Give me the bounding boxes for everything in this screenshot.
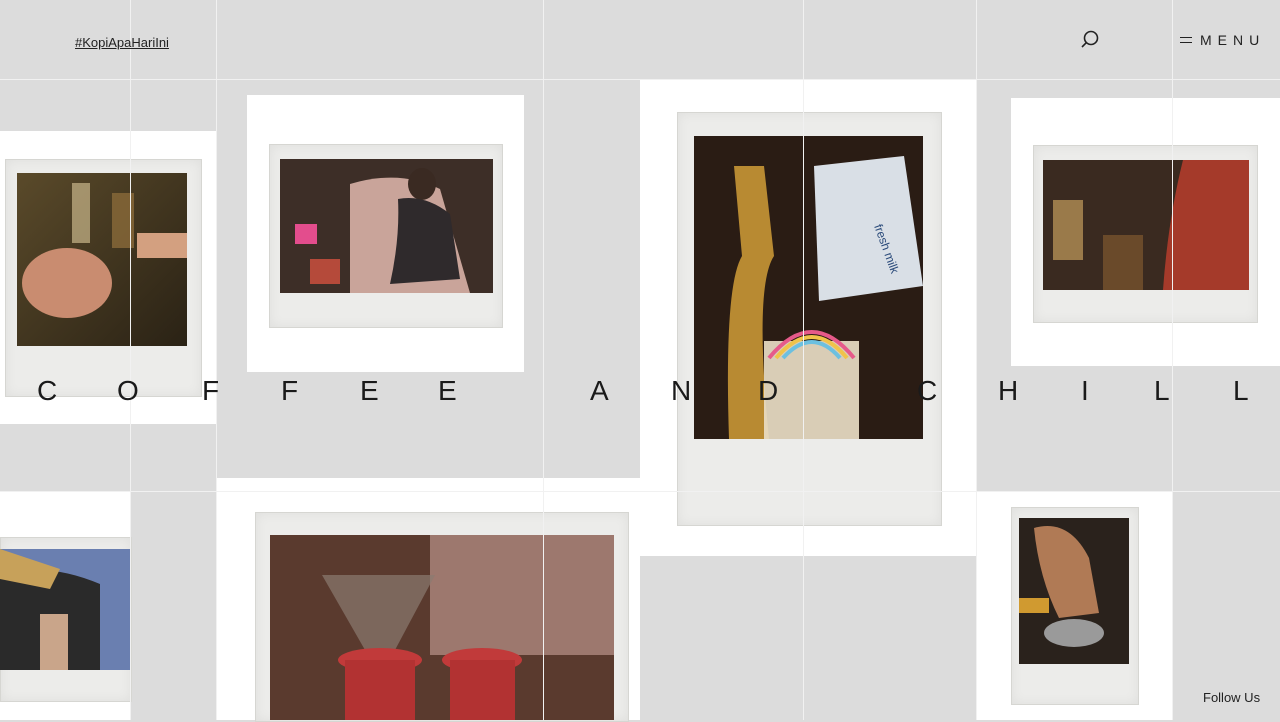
- photo-barista-pouring-kettle: [1043, 160, 1249, 290]
- headline-letter: C: [37, 375, 58, 406]
- search-button[interactable]: [1078, 28, 1102, 52]
- headline-letter: L: [1233, 375, 1249, 406]
- follow-us-link[interactable]: Follow Us: [1203, 690, 1260, 705]
- search-icon: [1081, 30, 1099, 48]
- photo-espresso-tamping: [1019, 518, 1129, 664]
- headline-coffee-and-chill: C O F F E E A N D C H I L L: [0, 375, 1280, 415]
- headline-letter: O: [117, 375, 139, 406]
- headline-letter: A: [590, 375, 609, 406]
- headline-letter: C: [917, 375, 938, 406]
- headline-letter: F: [202, 375, 220, 406]
- menu-button[interactable]: MENU: [1180, 30, 1265, 50]
- headline-letter: E: [438, 375, 457, 406]
- headline-letter: N: [671, 375, 692, 406]
- photo-shaker-pouring-drink: [0, 549, 130, 670]
- photo-barista-pouring-drink: [17, 173, 187, 346]
- photo-barista-brewing-pour-over: [280, 159, 493, 293]
- menu-label: MENU: [1200, 32, 1266, 48]
- hashtag-link[interactable]: #KopiApaHariIni: [75, 35, 169, 50]
- headline-letter: H: [998, 375, 1019, 406]
- photo-pour-over-drippers: [270, 535, 614, 720]
- headline-letter: E: [360, 375, 379, 406]
- headline-letter: F: [281, 375, 299, 406]
- headline-letter: L: [1154, 375, 1170, 406]
- headline-letter: I: [1081, 375, 1089, 406]
- headline-letter: D: [758, 375, 779, 406]
- hamburger-icon: [1180, 36, 1192, 44]
